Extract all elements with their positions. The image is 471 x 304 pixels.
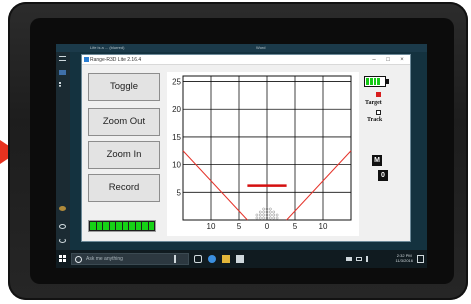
- store-icon[interactable]: [236, 255, 244, 263]
- y-tick-label: 25: [172, 78, 181, 87]
- signal-led: [129, 222, 135, 230]
- y-tick-label: 10: [172, 161, 181, 170]
- taskbar-clock[interactable]: 2:32 PM 11/3/2016: [396, 253, 414, 263]
- x-tick-label: 5: [293, 222, 298, 231]
- radar-plot-svg: 25 20 15 10 5 10 5 0 5 10: [172, 75, 352, 231]
- task-view-icon[interactable]: [194, 255, 202, 263]
- target-checkbox[interactable]: [376, 92, 381, 97]
- battery-segment: [381, 78, 384, 85]
- count-badge: 0: [378, 170, 388, 181]
- app-window: Range-R3D Lite 2.16.4 – □ × Toggle Zoom …: [81, 54, 411, 242]
- user-avatar-icon[interactable]: [59, 206, 66, 211]
- battery-segment: [369, 78, 373, 85]
- taskbar: Ask me anything 2:32 PM 11/3/2016: [56, 250, 427, 268]
- network-icon[interactable]: [346, 257, 352, 261]
- app-titlebar: Range-R3D Lite 2.16.4 – □ ×: [82, 55, 410, 65]
- app-title: Range-R3D Lite 2.16.4: [90, 57, 142, 63]
- windows-start-icon[interactable]: [59, 255, 67, 263]
- battery-segment: [373, 78, 377, 85]
- y-tick-label: 20: [172, 105, 181, 114]
- signal-led: [135, 222, 141, 230]
- search-icon: [75, 256, 82, 263]
- record-button[interactable]: Record: [88, 174, 160, 202]
- all-apps-icon[interactable]: [59, 82, 66, 87]
- zoom-out-button[interactable]: Zoom Out: [88, 108, 160, 136]
- hamburger-menu-icon[interactable]: [59, 56, 66, 61]
- close-icon[interactable]: ×: [396, 56, 408, 64]
- signal-led: [90, 222, 96, 230]
- battery-segment: [366, 78, 369, 85]
- background-window-titlebar: Life is a ... (blurred) Word: [56, 44, 427, 52]
- battery-icon: [364, 76, 386, 87]
- signal-led: [142, 222, 148, 230]
- y-tick-label: 15: [172, 133, 181, 142]
- microphone-icon[interactable]: [174, 255, 182, 263]
- x-tick-label: 10: [207, 222, 216, 231]
- volume-icon[interactable]: [366, 256, 371, 262]
- tiles-icon[interactable]: [59, 70, 66, 75]
- signal-led: [109, 222, 115, 230]
- clock-date: 11/3/2016: [395, 258, 414, 263]
- signal-led: [122, 222, 128, 230]
- search-placeholder: Ask me anything: [86, 256, 123, 262]
- background-title-left: Life is a ... (blurred): [90, 45, 125, 50]
- maximize-icon[interactable]: □: [382, 56, 394, 64]
- start-rail: [56, 52, 70, 250]
- background-title-right: Word: [256, 45, 266, 50]
- settings-gear-icon[interactable]: [59, 224, 66, 229]
- windows-desktop: Life is a ... (blurred) Word Range-R3D L…: [56, 44, 427, 268]
- signal-led: [116, 222, 122, 230]
- y-tick-label: 5: [177, 188, 182, 197]
- target-label: Target: [365, 100, 382, 106]
- zoom-in-button[interactable]: Zoom In: [88, 141, 160, 169]
- notifications-icon[interactable]: [417, 255, 424, 263]
- radar-plot: 25 20 15 10 5 10 5 0 5 10: [167, 72, 359, 236]
- battery-segment: [377, 78, 381, 85]
- signal-led: [148, 222, 154, 230]
- battery-tip: [386, 79, 389, 84]
- signal-led: [103, 222, 109, 230]
- photo-scene: Life is a ... (blurred) Word Range-R3D L…: [0, 0, 471, 304]
- x-tick-label: 0: [265, 222, 270, 231]
- toggle-button[interactable]: Toggle: [88, 73, 160, 101]
- track-label: Track: [367, 117, 383, 123]
- signal-strength-bar: [88, 220, 156, 232]
- battery-tray-icon[interactable]: [356, 257, 362, 261]
- x-tick-label: 10: [319, 222, 328, 231]
- taskbar-search-box[interactable]: Ask me anything: [71, 253, 189, 265]
- x-tick-label: 5: [237, 222, 242, 231]
- track-checkbox[interactable]: [376, 110, 381, 115]
- mode-badge[interactable]: M: [372, 155, 382, 166]
- power-icon[interactable]: [59, 238, 66, 243]
- signal-led: [96, 222, 102, 230]
- file-explorer-icon[interactable]: [222, 255, 230, 263]
- minimize-icon[interactable]: –: [368, 56, 380, 64]
- edge-browser-icon[interactable]: [208, 255, 216, 263]
- app-icon: [84, 57, 89, 62]
